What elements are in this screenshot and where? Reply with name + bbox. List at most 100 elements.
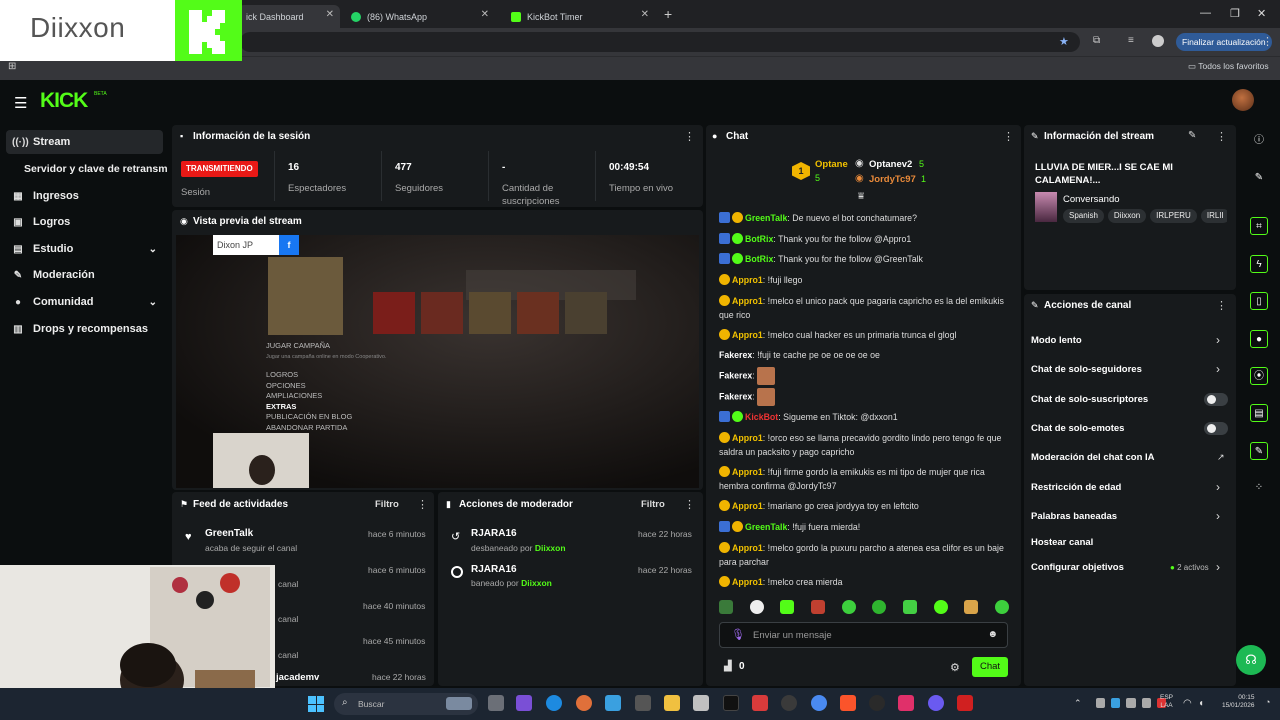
chevron-right-icon[interactable]: ›: [1216, 480, 1220, 494]
emote-icon[interactable]: [902, 600, 917, 614]
chat-username[interactable]: Appro1: [732, 467, 763, 477]
age-restriction-row[interactable]: Restricción de edad: [1031, 482, 1121, 493]
emote-icon[interactable]: [933, 600, 948, 614]
emotes-only-toggle[interactable]: [1204, 422, 1228, 435]
support-icon[interactable]: ☊: [1236, 645, 1266, 675]
discord-icon[interactable]: [928, 695, 944, 711]
followers-only-row[interactable]: Chat de solo-seguidores: [1031, 364, 1142, 375]
emote-icon[interactable]: [994, 600, 1009, 614]
banned-words-row[interactable]: Palabras baneadas: [1031, 511, 1117, 522]
chevron-right-icon[interactable]: ›: [1216, 509, 1220, 523]
session-menu-icon[interactable]: ⋮: [684, 130, 695, 143]
language-indicator[interactable]: ESP LAA: [1160, 694, 1173, 710]
chat-username[interactable]: Appro1: [732, 275, 763, 285]
new-tab-icon[interactable]: +: [664, 6, 672, 22]
external-link-icon[interactable]: ↗: [1217, 452, 1225, 463]
tag-pill[interactable]: Spanish: [1063, 209, 1104, 223]
brave-icon[interactable]: [840, 695, 856, 711]
tiktok-studio-icon[interactable]: [898, 695, 914, 711]
emote-icon[interactable]: [964, 600, 979, 614]
sidebar-item-logros[interactable]: ▣ Logros: [6, 210, 163, 234]
profile-icon[interactable]: [1152, 35, 1164, 47]
menu-icon[interactable]: ☰: [14, 94, 27, 112]
clock[interactable]: 00:15 15/01/2026: [1222, 694, 1255, 710]
task-view-icon[interactable]: [488, 695, 504, 711]
chat-username[interactable]: GreenTalk: [745, 213, 787, 223]
tray-icon[interactable]: [1096, 698, 1106, 708]
host-channel-row[interactable]: Hostear canal: [1031, 537, 1093, 548]
tiktok-icon[interactable]: [723, 695, 739, 711]
sidebar-item-moderacion[interactable]: ✎ Moderación: [6, 263, 163, 287]
chat-username[interactable]: Appro1: [732, 543, 763, 553]
subs-only-toggle[interactable]: [1204, 393, 1228, 406]
close-icon[interactable]: ✕: [481, 9, 489, 20]
store-icon[interactable]: [605, 695, 621, 711]
configure-goals-row[interactable]: Configurar objetivos: [1031, 562, 1124, 573]
chat-settings-icon[interactable]: ⚙: [950, 661, 960, 674]
activity-menu-icon[interactable]: ⋮: [417, 498, 428, 511]
finish-update-button[interactable]: Finalizar actualización: [1176, 33, 1272, 51]
sidebar-item-drops[interactable]: ▥ Drops y recompensas: [6, 317, 163, 341]
ai-moderation-row[interactable]: Moderación del chat con IA: [1031, 452, 1155, 463]
category-name[interactable]: Conversando: [1063, 194, 1120, 205]
tray-icon[interactable]: [1126, 698, 1136, 708]
document-icon[interactable]: ▯: [1250, 292, 1268, 310]
chat-username[interactable]: Appro1: [732, 296, 763, 306]
app-icon[interactable]: [781, 695, 797, 711]
send-chat-button[interactable]: Chat: [972, 657, 1008, 677]
sidebar-item-comunidad[interactable]: ● Comunidad ⌄: [6, 290, 163, 314]
media-icon[interactable]: ≡: [1128, 35, 1134, 46]
broadcast-icon[interactable]: ⦿: [1250, 367, 1268, 385]
emote-icon[interactable]: [780, 600, 795, 614]
emoji-icon[interactable]: ☻: [987, 629, 998, 640]
sidebar-item-stream[interactable]: ((·)) Stream: [6, 130, 163, 154]
app-icon[interactable]: [693, 695, 709, 711]
chat-username[interactable]: Fakerex: [719, 391, 752, 401]
apps-icon[interactable]: ⊞: [8, 61, 16, 72]
chat-username[interactable]: Fakerex: [719, 350, 752, 360]
chevron-right-icon[interactable]: ›: [1216, 362, 1220, 376]
chat-username[interactable]: Fakerex: [719, 370, 752, 380]
emote-icon[interactable]: [749, 600, 764, 614]
info-icon[interactable]: ⓘ: [1250, 132, 1268, 150]
slow-mode-row[interactable]: Modo lento: [1031, 335, 1082, 346]
tab-whatsapp[interactable]: (86) WhatsApp ✕: [343, 5, 495, 28]
chevron-right-icon[interactable]: ›: [1216, 560, 1220, 574]
tray-icon[interactable]: [1141, 698, 1151, 708]
kick-logo[interactable]: KICK: [40, 89, 88, 113]
user-avatar[interactable]: [1232, 89, 1254, 111]
star-icon[interactable]: ★: [1059, 35, 1069, 48]
sidebar-item-ingresos[interactable]: ▦ Ingresos: [6, 184, 163, 208]
app-icon[interactable]: [516, 695, 532, 711]
app-icon[interactable]: [957, 695, 973, 711]
minimize-icon[interactable]: —: [1200, 7, 1211, 19]
edit-icon[interactable]: ✎: [1188, 130, 1196, 141]
emote-icon[interactable]: [872, 600, 887, 614]
chat-username[interactable]: Appro1: [732, 501, 763, 511]
chat-menu-icon[interactable]: ⋮: [1003, 130, 1014, 143]
chat-username[interactable]: Appro1: [732, 577, 763, 587]
chevron-up-icon[interactable]: ⌃: [1074, 698, 1082, 709]
sidebar-item-server-key[interactable]: Servidor y clave de retransm: [6, 157, 168, 181]
tab-kick-dashboard[interactable]: ick Dashboard ✕: [238, 5, 340, 28]
browser-menu-icon[interactable]: ⋮: [1262, 35, 1273, 48]
layout-icon[interactable]: ▤: [1250, 404, 1268, 422]
taskbar-search[interactable]: ⌕ Buscar: [334, 693, 478, 715]
close-icon[interactable]: ✕: [641, 9, 649, 20]
emote-icon[interactable]: [719, 600, 733, 614]
chat-username[interactable]: BotRix: [745, 254, 773, 264]
stream-preview-video[interactable]: Dixon JP f JUGAR CAMPAÑA Jugar una campa…: [176, 235, 699, 488]
chat-username[interactable]: KickBot: [745, 412, 778, 422]
chat-bubble-icon[interactable]: ●: [1250, 330, 1268, 348]
crop-icon[interactable]: ⌗: [1250, 217, 1268, 235]
wrench-icon[interactable]: ✎: [1250, 442, 1268, 460]
maximize-icon[interactable]: ❐: [1230, 7, 1240, 20]
tag-pill[interactable]: IRLII: [1200, 209, 1227, 223]
tab-kickbot-timer[interactable]: KickBot Timer ✕: [503, 5, 655, 28]
emote-icon[interactable]: [810, 600, 825, 614]
network-icon[interactable]: ◠: [1183, 698, 1192, 709]
copilot-icon[interactable]: [576, 695, 592, 711]
lightning-icon[interactable]: ϟ: [1250, 255, 1268, 273]
app-icon[interactable]: [752, 695, 768, 711]
url-bar[interactable]: [240, 32, 1080, 52]
